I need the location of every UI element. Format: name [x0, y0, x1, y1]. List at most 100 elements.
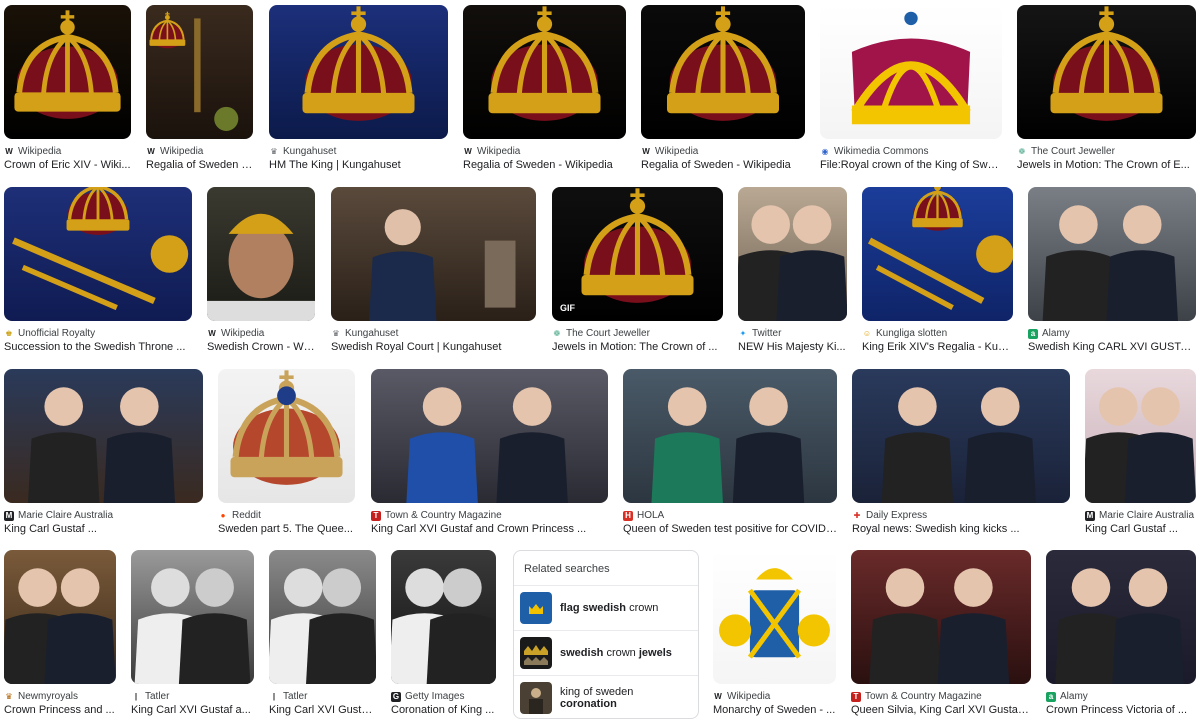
source-favicon-icon: W	[207, 329, 217, 339]
related-search-swedish-crown-jewels[interactable]: swedish crown jewels	[514, 630, 698, 675]
result-title[interactable]: Monarchy of Sweden - ...	[713, 703, 836, 718]
result-source[interactable]: ♛Newmyroyals	[4, 690, 116, 703]
result-thumbnail[interactable]	[862, 187, 1013, 321]
source-name: Wikipedia	[727, 691, 770, 702]
result-source[interactable]: WWikipedia	[713, 690, 836, 703]
result-title[interactable]: Crown Princess Victoria of ...	[1046, 703, 1196, 718]
result-source[interactable]: WWikipedia	[463, 145, 626, 158]
result-thumbnail[interactable]	[218, 369, 355, 503]
result-thumbnail[interactable]	[269, 5, 448, 139]
result-source[interactable]: WWikipedia	[146, 145, 253, 158]
related-search-king-of-sweden-coronation[interactable]: king of sweden coronation	[514, 675, 698, 719]
result-thumbnail[interactable]: GIF	[552, 187, 723, 321]
result-thumbnail[interactable]	[641, 5, 805, 139]
result-source[interactable]: ❁The Court Jeweller	[552, 327, 723, 340]
result-source[interactable]: MMarie Claire Australia	[1085, 509, 1196, 522]
result-source[interactable]: |Tatler	[269, 690, 376, 703]
result-source[interactable]: aAlamy	[1046, 690, 1196, 703]
result-title[interactable]: Crown of Eric XIV - Wiki...	[4, 158, 131, 173]
result-title[interactable]: Sweden part 5. The Quee...	[218, 522, 355, 537]
result-source[interactable]: aAlamy	[1028, 327, 1196, 340]
result-title[interactable]: Royal news: Swedish king kicks ...	[852, 522, 1070, 537]
result-source[interactable]: WWikipedia	[207, 327, 315, 340]
result-title[interactable]: King Carl XVI Gustaf a...	[131, 703, 254, 718]
result-title[interactable]: Succession to the Swedish Throne ...	[4, 340, 192, 355]
result-title[interactable]: Swedish Royal Court | Kungahuset	[331, 340, 536, 355]
result-thumbnail[interactable]	[371, 369, 608, 503]
source-name: Alamy	[1042, 328, 1070, 339]
result-source[interactable]: TTown & Country Magazine	[851, 690, 1031, 703]
related-search-label: king of sweden coronation	[560, 686, 692, 710]
related-search-flag-swedish-crown[interactable]: flag swedish crown	[514, 585, 698, 630]
result-title[interactable]: Jewels in Motion: The Crown of ...	[552, 340, 723, 355]
result-source[interactable]: HHOLA	[623, 509, 837, 522]
result-thumbnail[interactable]	[4, 550, 116, 684]
result-thumbnail[interactable]	[851, 550, 1031, 684]
result-title[interactable]: NEW His Majesty Ki...	[738, 340, 847, 355]
source-name: HOLA	[637, 510, 664, 521]
source-favicon-icon: W	[463, 147, 473, 157]
related-search-label: swedish crown jewels	[560, 647, 672, 659]
result-source[interactable]: ✚Daily Express	[852, 509, 1070, 522]
result-thumbnail[interactable]	[269, 550, 376, 684]
result-title[interactable]: Jewels in Motion: The Crown of E...	[1017, 158, 1196, 173]
result-title[interactable]: Queen Silvia, King Carl XVI Gustaf ...	[851, 703, 1031, 718]
result-source[interactable]: W Wikipedia	[4, 145, 131, 158]
result-thumbnail[interactable]	[1017, 5, 1196, 139]
result-source[interactable]: ●Reddit	[218, 509, 355, 522]
result-thumbnail[interactable]	[4, 369, 203, 503]
source-favicon-icon: M	[4, 511, 14, 521]
source-name: Marie Claire Australia	[1099, 510, 1194, 521]
result-thumbnail[interactable]	[1046, 550, 1196, 684]
result-thumbnail[interactable]	[4, 5, 131, 139]
result-thumbnail[interactable]	[4, 187, 192, 321]
result-source[interactable]: WWikipedia	[641, 145, 805, 158]
result-thumbnail[interactable]	[713, 550, 836, 684]
result-thumbnail[interactable]	[738, 187, 847, 321]
source-favicon-icon: W	[4, 147, 14, 157]
result-title[interactable]: Swedish King CARL XVI GUSTA...	[1028, 340, 1196, 355]
result-thumbnail[interactable]	[207, 187, 315, 321]
result-thumbnail[interactable]	[820, 5, 1002, 139]
result-title[interactable]: File:Royal crown of the King of Swe...	[820, 158, 1002, 173]
result-source[interactable]: ◉Wikimedia Commons	[820, 145, 1002, 158]
coronation-thumbnail	[520, 682, 552, 714]
result-source[interactable]: MMarie Claire Australia	[4, 509, 203, 522]
gif-badge: GIF	[560, 303, 575, 313]
result-source[interactable]: ☺Kungliga slotten	[862, 327, 1013, 340]
result-source[interactable]: ♛Kungahuset	[331, 327, 536, 340]
result-title[interactable]: King Carl XVI Gusta...	[269, 703, 376, 718]
result-source[interactable]: ✦Twitter	[738, 327, 847, 340]
result-title[interactable]: King Carl XVI Gustaf and Crown Princess …	[371, 522, 608, 537]
result-source[interactable]: ❁The Court Jeweller	[1017, 145, 1196, 158]
result-thumbnail[interactable]	[623, 369, 837, 503]
result-source[interactable]: GGetty Images	[391, 690, 496, 703]
result-thumbnail[interactable]	[131, 550, 254, 684]
result-title[interactable]: King Carl Gustaf ...	[4, 522, 203, 537]
result-title[interactable]: Regalia of Sweden - Wikipedia	[641, 158, 805, 173]
source-favicon-icon: T	[371, 511, 381, 521]
result-source[interactable]: ♛Kungahuset	[269, 145, 448, 158]
result-thumbnail[interactable]	[1028, 187, 1196, 321]
result-thumbnail[interactable]	[1085, 369, 1196, 503]
result-title[interactable]: Queen of Sweden test positive for COVID-…	[623, 522, 837, 537]
result-title[interactable]: Regalia of Sweden -...	[146, 158, 253, 173]
result-title[interactable]: Swedish Crown - Wi...	[207, 340, 315, 355]
source-name: Wikipedia	[18, 146, 61, 157]
result-thumbnail[interactable]	[391, 550, 496, 684]
result-source[interactable]: |Tatler	[131, 690, 254, 703]
result-thumbnail[interactable]	[463, 5, 626, 139]
result-title[interactable]: Regalia of Sweden - Wikipedia	[463, 158, 626, 173]
result-source[interactable]: TTown & Country Magazine	[371, 509, 608, 522]
result-title[interactable]: King Carl Gustaf ...	[1085, 522, 1196, 537]
result-thumbnail[interactable]	[331, 187, 536, 321]
result-title[interactable]: HM The King | Kungahuset	[269, 158, 448, 173]
result-title[interactable]: King Erik XIV's Regalia - Kun...	[862, 340, 1013, 355]
result-thumbnail[interactable]	[852, 369, 1070, 503]
result-title[interactable]: Coronation of King ...	[391, 703, 496, 718]
source-favicon-icon: |	[131, 692, 141, 702]
result-source[interactable]: ♚Unofficial Royalty	[4, 327, 192, 340]
source-name: Twitter	[752, 328, 781, 339]
result-thumbnail[interactable]	[146, 5, 253, 139]
result-title[interactable]: Crown Princess and ...	[4, 703, 116, 718]
